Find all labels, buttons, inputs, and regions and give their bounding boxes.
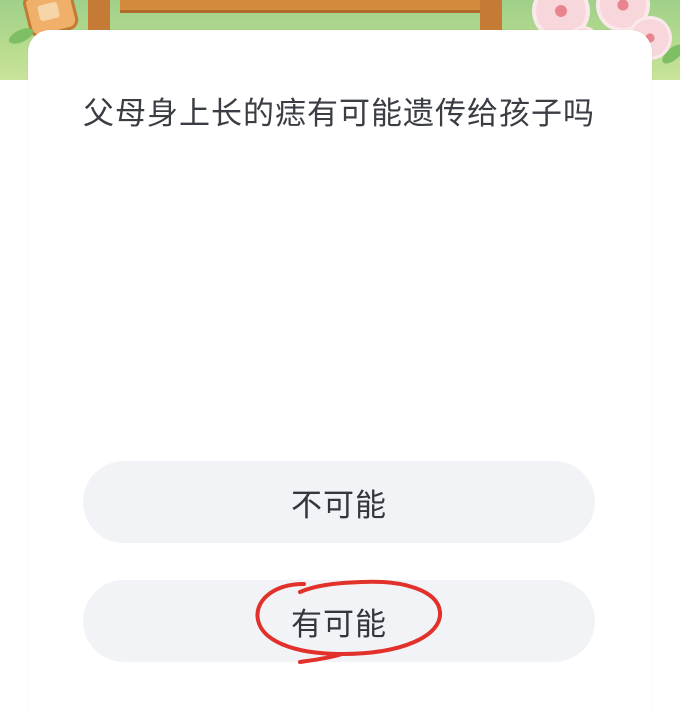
option-label: 不可能 <box>291 487 387 524</box>
option-label: 有可能 <box>291 606 387 643</box>
bottle-label-decoration <box>36 1 61 22</box>
option-button-possible[interactable]: 有可能 <box>83 580 595 662</box>
option-button-impossible[interactable]: 不可能 <box>83 461 595 543</box>
question-text: 父母身上长的痣有可能遗传给孩子吗 <box>83 96 595 132</box>
quiz-card: 父母身上长的痣有可能遗传给孩子吗 不可能 有可能 <box>28 30 652 710</box>
wooden-sign-board <box>120 0 500 13</box>
